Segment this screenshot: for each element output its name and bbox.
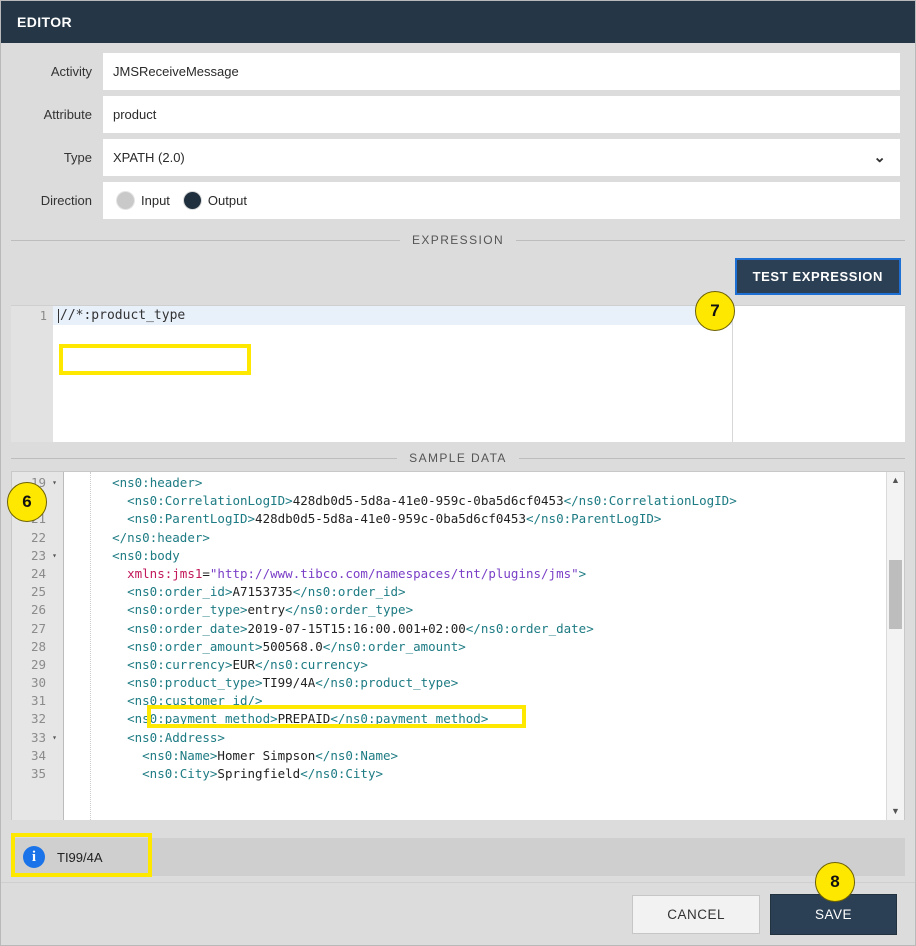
xml-line-number: 23 ▾ <box>12 547 63 565</box>
expression-gutter: 1 <box>11 306 53 442</box>
xml-line-number: 22▾ <box>30 529 46 545</box>
expression-code-lines[interactable]: //*:product_type <box>53 306 732 442</box>
result-bar: i TI99/4A <box>11 838 905 876</box>
dialog-footer: CANCEL SAVE <box>1 882 915 945</box>
xml-line-number: 34▾ <box>30 747 46 763</box>
form-row-activity: Activity JMSReceiveMessage <box>16 53 900 90</box>
xml-code-line: <ns0:order_id>A7153735</ns0:order_id> <box>127 584 406 600</box>
xml-viewer[interactable]: 19▾20▾21▾22▾23▾24▾25▾26▾27▾28▾29▾30▾31▾3… <box>11 471 905 820</box>
fold-toggle-icon[interactable]: ▾ <box>50 729 59 747</box>
result-text: TI99/4A <box>57 849 103 865</box>
sample-data-section-legend: SAMPLE DATA <box>11 451 905 465</box>
chevron-down-icon: ⌄ <box>873 149 886 166</box>
dialog-title: EDITOR <box>17 14 73 30</box>
fold-toggle-icon[interactable]: ▾ <box>50 474 59 492</box>
radio-input-dot-icon <box>117 192 134 209</box>
xml-line-number: 35▾ <box>30 766 46 781</box>
expression-active-line[interactable]: //*:product_type <box>53 306 732 325</box>
legend-rule-right <box>516 239 905 241</box>
form-row-type: Type XPATH (2.0) ⌄ <box>16 139 900 176</box>
expression-right-pane <box>732 306 905 442</box>
callout-8: 8 <box>815 862 855 902</box>
radio-input[interactable]: Input <box>117 192 170 209</box>
xml-code-line: <ns0:Name>Homer Simpson</ns0:Name> <box>142 747 399 763</box>
xml-code-line: xmlns:jms1="http://www.tibco.com/namespa… <box>127 565 587 581</box>
dialog-titlebar: EDITOR <box>1 1 915 43</box>
sample-legend-rule-left <box>11 457 398 459</box>
xml-vertical-scrollbar[interactable]: ▲ ▼ <box>886 472 904 820</box>
callout-7: 7 <box>695 291 735 331</box>
fold-toggle-icon[interactable]: ▾ <box>50 547 59 565</box>
callout-8-number: 8 <box>830 872 840 891</box>
attribute-label: Attribute <box>43 107 92 122</box>
expression-value: //*:product_type <box>60 308 186 323</box>
xml-code-line: <ns0:ParentLogID>428db0d5-5d8a-41e0-959c… <box>127 511 662 527</box>
xml-line-number: 27▾ <box>30 620 46 636</box>
test-expression-row: TEST EXPRESSION <box>11 247 905 305</box>
expression-section-legend: EXPRESSION <box>11 233 905 247</box>
xml-line-number: 29▾ <box>30 656 46 672</box>
form-row-attribute: Attribute product <box>16 96 900 133</box>
type-label: Type <box>63 150 92 165</box>
form-area: Activity JMSReceiveMessage Attribute pro… <box>1 43 915 229</box>
xml-code-line: <ns0:product_type>TI99/4A</ns0:product_t… <box>127 675 459 691</box>
xml-fold-strip <box>64 472 91 820</box>
info-icon: i <box>23 846 45 868</box>
text-caret <box>58 308 59 323</box>
sample-data-section: 19▾20▾21▾22▾23▾24▾25▾26▾27▾28▾29▾30▾31▾3… <box>1 465 915 832</box>
expression-line-number: 1 <box>39 309 47 323</box>
xml-code-line: <ns0:City>Springfield</ns0:City> <box>142 766 384 781</box>
xml-line-number: 26▾ <box>30 602 46 618</box>
sample-data-legend-text: SAMPLE DATA <box>409 451 507 465</box>
xml-code-line: <ns0:order_amount>500568.0</ns0:order_am… <box>127 638 466 654</box>
callout-7-number: 7 <box>710 301 720 320</box>
direction-radio-group: Input Output <box>113 192 247 209</box>
cancel-button[interactable]: CANCEL <box>632 894 760 934</box>
xml-code-line: <ns0:currency>EUR</ns0:currency> <box>127 656 368 672</box>
sample-legend-rule-right <box>518 457 905 459</box>
xml-code-line: <ns0:customer_id/> <box>127 693 263 709</box>
attribute-field[interactable]: product <box>103 96 900 133</box>
xml-line-number: 30▾ <box>30 675 46 691</box>
xml-code-line: <ns0:order_date>2019-07-15T15:16:00.001+… <box>127 620 594 636</box>
xml-gutter: 19▾20▾21▾22▾23▾24▾25▾26▾27▾28▾29▾30▾31▾3… <box>12 472 64 820</box>
xml-line-number: 33 ▾ <box>12 729 63 747</box>
scrollbar-thumb[interactable] <box>889 560 902 629</box>
xml-code-line: <ns0:body <box>112 547 180 563</box>
type-select[interactable]: XPATH (2.0) ⌄ <box>103 139 900 176</box>
xml-line-number: 31▾ <box>30 693 46 709</box>
xml-code-line: <ns0:CorrelationLogID>428db0d5-5d8a-41e0… <box>127 493 737 509</box>
xml-code-line: </ns0:header> <box>112 529 210 545</box>
xml-code-line: <ns0:header> <box>112 475 203 490</box>
xml-line-number: 25▾ <box>30 584 46 600</box>
xml-code-line: <ns0:Address> <box>127 729 225 745</box>
xml-line-number: 24▾ <box>30 565 46 581</box>
scroll-down-arrow-icon[interactable]: ▼ <box>891 803 900 820</box>
radio-output[interactable]: Output <box>183 192 247 209</box>
xml-code-line: <ns0:order_type>entry</ns0:order_type> <box>127 602 414 618</box>
callout-6-number: 6 <box>22 492 32 511</box>
expression-editor[interactable]: 1 //*:product_type <box>11 305 905 442</box>
direction-field: Input Output <box>103 182 900 219</box>
type-select-value: XPATH (2.0) <box>113 150 185 165</box>
xml-code-area[interactable]: <ns0:header> <ns0:CorrelationLogID>428db… <box>91 472 886 820</box>
scroll-up-arrow-icon[interactable]: ▲ <box>891 472 900 489</box>
radio-output-label: Output <box>207 193 247 208</box>
xml-code-line: <ns0:payment_method>PREPAID</ns0:payment… <box>127 711 489 727</box>
expression-legend-text: EXPRESSION <box>411 233 505 247</box>
direction-label: Direction <box>40 193 92 208</box>
editor-dialog: EDITOR Activity JMSReceiveMessage Attrib… <box>0 0 916 946</box>
radio-input-label: Input <box>141 193 170 208</box>
callout-6: 6 <box>7 482 47 522</box>
form-row-direction: Direction Input Output <box>16 182 900 219</box>
activity-field[interactable]: JMSReceiveMessage <box>103 53 900 90</box>
radio-output-dot-icon <box>183 192 201 209</box>
xml-line-number: 32▾ <box>30 711 46 727</box>
test-expression-button[interactable]: TEST EXPRESSION <box>734 258 901 295</box>
xml-line-number: 28▾ <box>30 638 46 654</box>
xml-horizontal-scroll-strip[interactable] <box>11 820 905 832</box>
legend-rule-left <box>11 239 400 241</box>
activity-label: Activity <box>50 64 92 79</box>
expression-section: TEST EXPRESSION 1 //*:product_type <box>1 247 915 442</box>
